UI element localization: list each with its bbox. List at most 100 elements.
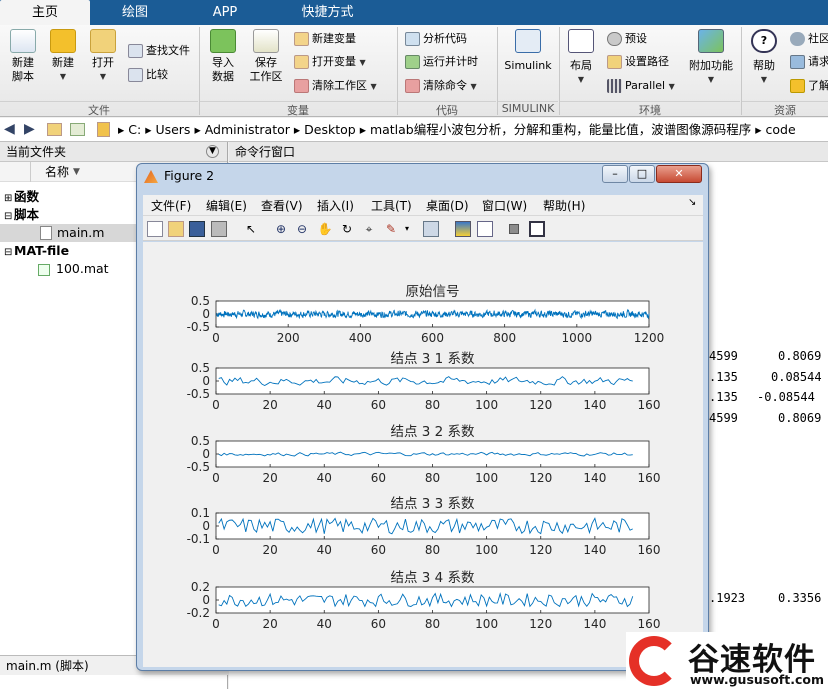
menu-insert[interactable]: 插入(I) (317, 197, 354, 214)
y-tick-label: 0.5 (191, 434, 210, 448)
save-workspace-icon (253, 29, 279, 53)
brush-icon[interactable]: ✎ (383, 221, 399, 237)
breadcrumb-segment[interactable]: Administrator (205, 122, 290, 137)
clear-workspace-button[interactable]: 清除工作区 ▼ (294, 76, 377, 96)
compare-button[interactable]: 比较 (128, 65, 168, 85)
breadcrumb-segment[interactable]: Users (155, 122, 190, 137)
x-tick-label: 60 (371, 543, 386, 557)
menu-file[interactable]: 文件(F) (151, 197, 191, 214)
community-button[interactable]: 社区 (790, 29, 828, 49)
chevron-down-icon[interactable]: ▾ (399, 221, 415, 237)
link-plot-icon[interactable] (423, 221, 439, 237)
x-tick-label: 40 (317, 617, 332, 631)
plus-icon (50, 29, 76, 53)
x-tick-label: 120 (529, 471, 552, 485)
open-variable-icon (294, 55, 309, 69)
open-variable-button[interactable]: 打开变量 ▼ (294, 52, 366, 72)
import-data-button[interactable]: 导入 数据 (206, 29, 240, 84)
list-item[interactable]: 100.mat (38, 260, 109, 278)
menu-window[interactable]: 窗口(W) (482, 197, 527, 214)
breadcrumb-segment[interactable]: Desktop (304, 122, 356, 137)
toolstrip-ribbon: 新建 脚本 新建 ▼ 打开 ▼ 查找文件 比较 文件 导入 数据 保存 工作区 … (0, 25, 828, 117)
maximize-button[interactable]: □ (629, 165, 655, 183)
x-tick-label: 20 (262, 471, 277, 485)
layout-button[interactable]: 布局 ▼ (565, 29, 597, 87)
new-variable-button[interactable]: 新建变量 (294, 29, 356, 49)
find-files-button[interactable]: 查找文件 (128, 41, 190, 61)
new-button[interactable]: 新建 ▼ (46, 29, 80, 84)
run-and-time-button[interactable]: 运行并计时 (405, 52, 478, 72)
chevron-down-icon: ▼ (577, 75, 585, 84)
rotate-3d-icon[interactable]: ↻ (339, 221, 355, 237)
menu-view[interactable]: 查看(V) (261, 197, 303, 214)
x-tick-label: 140 (583, 471, 606, 485)
open-file-icon[interactable] (168, 221, 184, 237)
tab-home[interactable]: 主页 (0, 0, 90, 25)
save-workspace-button[interactable]: 保存 工作区 (246, 29, 286, 84)
new-script-button[interactable]: 新建 脚本 (6, 29, 40, 84)
breadcrumb-segment[interactable]: code (765, 122, 795, 137)
preferences-button[interactable]: 预设 (607, 29, 647, 49)
x-tick-label: 100 (475, 617, 498, 631)
clear-commands-icon (405, 79, 420, 93)
dock-arrow-icon[interactable]: ↘ (688, 197, 696, 208)
menu-tools[interactable]: 工具(T) (371, 197, 412, 214)
breadcrumb-segment[interactable]: matlab编程小波包分析，分解和重构，能量比值，波谱图像源码程序 (370, 122, 751, 137)
pan-hand-icon[interactable]: ✋ (317, 221, 333, 237)
layout-icon (568, 29, 594, 53)
add-ons-button[interactable]: 附加功能 ▼ (688, 29, 734, 87)
browse-folder-icon[interactable] (70, 123, 85, 136)
list-item[interactable]: ⊟ MAT-file (4, 242, 69, 260)
tab-shortcuts[interactable]: 快捷方式 (270, 0, 385, 25)
learn-matlab-button[interactable]: 了解 (790, 76, 828, 96)
tab-plots[interactable]: 绘图 (90, 0, 180, 25)
analyze-code-button[interactable]: 分析代码 (405, 29, 467, 49)
zoom-out-icon[interactable]: ⊖ (294, 221, 310, 237)
hide-plot-tools-icon[interactable] (509, 224, 519, 234)
list-item[interactable]: main.m (0, 224, 136, 242)
new-figure-icon[interactable] (147, 221, 163, 237)
menu-help[interactable]: 帮助(H) (543, 197, 585, 214)
print-icon[interactable] (211, 221, 227, 237)
colorbar-icon[interactable] (455, 221, 471, 237)
x-tick-label: 40 (317, 543, 332, 557)
cursor-icon[interactable]: ↖ (243, 221, 259, 237)
request-support-button[interactable]: 请求 (790, 52, 828, 72)
breadcrumb-separator: ▸ (194, 122, 205, 137)
menu-edit[interactable]: 编辑(E) (206, 197, 247, 214)
minimize-button[interactable]: – (602, 165, 628, 183)
breadcrumb-separator: ▸ (118, 122, 129, 137)
legend-icon[interactable] (477, 221, 493, 237)
parallel-button[interactable]: Parallel ▼ (607, 76, 675, 96)
list-item[interactable]: ⊞ 函数 (4, 188, 39, 206)
help-icon: ? (751, 29, 777, 53)
simulink-button[interactable]: Simulink (503, 29, 553, 73)
save-icon[interactable] (189, 221, 205, 237)
x-tick-label: 100 (475, 471, 498, 485)
tab-apps[interactable]: APP (180, 0, 270, 25)
data-cursor-icon[interactable]: ⌖ (361, 221, 377, 237)
show-plot-tools-icon[interactable] (529, 221, 545, 237)
axes-box (215, 512, 650, 540)
menu-desktop[interactable]: 桌面(D) (426, 197, 469, 214)
list-item[interactable]: ⊟ 脚本 (4, 206, 39, 224)
output-value: 0.8069 (778, 349, 822, 363)
breadcrumb-segment[interactable]: C: (128, 122, 141, 137)
zoom-in-icon[interactable]: ⊕ (273, 221, 289, 237)
new-variable-icon (294, 32, 309, 46)
up-folder-icon[interactable] (47, 123, 62, 136)
panel-menu-icon[interactable]: ▼ (206, 145, 219, 158)
y-tick-label: 0 (202, 519, 210, 533)
back-arrow-icon[interactable]: ◀ (4, 121, 15, 137)
set-path-button[interactable]: 设置路径 (607, 52, 669, 72)
forward-arrow-icon[interactable]: ▶ (24, 121, 35, 137)
open-button[interactable]: 打开 ▼ (86, 29, 120, 84)
x-tick-label: 1000 (562, 331, 593, 345)
help-button[interactable]: ? 帮助 ▼ (748, 29, 780, 87)
figure-window[interactable]: Figure 2 – □ ✕ 文件(F) 编辑(E) 查看(V) 插入(I) 工… (136, 163, 709, 671)
mat-file-icon (38, 263, 50, 276)
clear-commands-button[interactable]: 清除命令 ▼ (405, 76, 477, 96)
close-button[interactable]: ✕ (656, 165, 702, 183)
y-tick-label: 0.1 (191, 506, 210, 520)
x-tick-label: 0 (212, 398, 220, 412)
